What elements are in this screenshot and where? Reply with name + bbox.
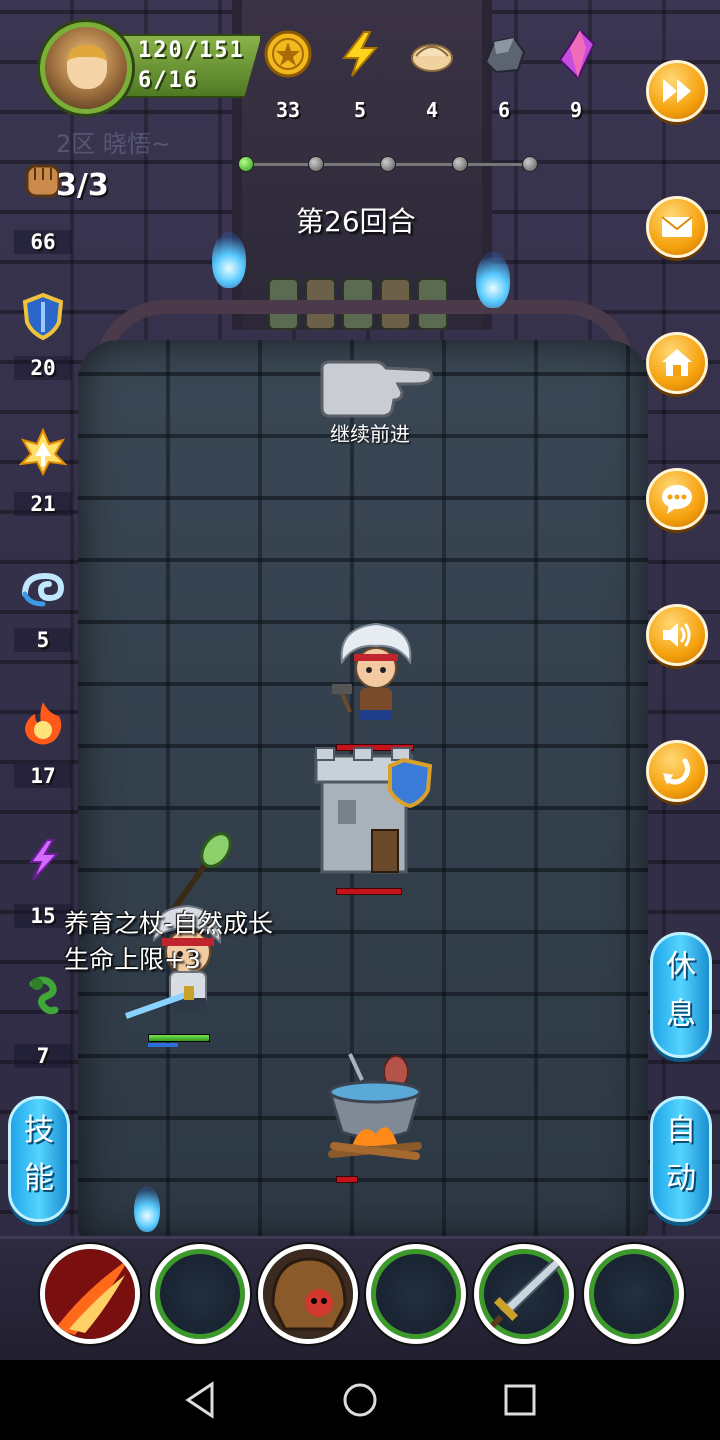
holy-flame-icon [18, 427, 68, 477]
blue-torch-icon [212, 232, 246, 288]
hero-mana-bar [148, 1043, 178, 1047]
shield-icon [22, 292, 64, 341]
dumpling-icon [411, 44, 453, 72]
auto-button-label-2: 动 [666, 1161, 696, 1196]
skill-slot-sword[interactable] [474, 1244, 574, 1344]
fire-icon [25, 702, 62, 745]
floating-message: 养育之杖-自然成长 生命上限+3 [64, 906, 273, 978]
resource-ore-value: 6 [497, 98, 511, 122]
skill-slot-empty[interactable] [150, 1244, 250, 1344]
poison-snake-icon [29, 976, 59, 1015]
floating-message-line1: 养育之杖-自然成长 [64, 909, 274, 938]
floating-message-line2: 生命上限+3 [64, 945, 201, 974]
lightning-energy-icon [341, 31, 379, 77]
auto-button-label-1: 自 [666, 1113, 696, 1148]
stat-fire: 17 [14, 700, 72, 788]
skill-slot-fire-slash[interactable] [40, 1244, 140, 1344]
player-floor: 6/16 [138, 68, 199, 93]
mail-icon [661, 216, 693, 237]
progress-dot [452, 156, 468, 172]
pointing-hand-icon[interactable] [316, 358, 434, 420]
undo-button[interactable] [646, 740, 708, 802]
recents-icon[interactable] [498, 1378, 542, 1422]
resource-energy-value: 5 [353, 98, 367, 122]
auto-button[interactable]: 自 动 [650, 1096, 712, 1222]
continue-label[interactable]: 继续前进 [330, 418, 410, 447]
progress-dot [238, 156, 254, 172]
blue-torch-icon [134, 1186, 160, 1232]
attack-count: 3/3 [56, 168, 109, 203]
resource-dumpling[interactable]: 4 [400, 28, 464, 122]
tower-hp-bar [336, 888, 402, 895]
skull-helmet-icon [263, 1249, 353, 1339]
chat-button[interactable] [646, 468, 708, 530]
purple-crystal-icon [558, 28, 596, 80]
back-icon[interactable] [178, 1378, 222, 1422]
rest-button-label-1: 休 [666, 949, 696, 984]
fast-forward-button[interactable] [646, 60, 708, 122]
round-progress [238, 156, 538, 172]
purple-lightning-icon [29, 839, 60, 881]
undo-arrow-icon [663, 758, 691, 785]
resource-crystal[interactable]: 9 [544, 28, 608, 122]
player-avatar[interactable] [40, 22, 132, 114]
progress-dot [522, 156, 538, 172]
stat-defense: 20 [14, 292, 72, 380]
stat-poison-value: 7 [14, 1044, 72, 1068]
skill-slot-empty[interactable] [584, 1244, 684, 1344]
round-label: 第26回合 [296, 205, 416, 238]
chat-bubble-icon [662, 485, 692, 514]
resource-crystal-value: 9 [569, 98, 583, 122]
blue-torch-icon [476, 252, 510, 308]
speaker-icon [663, 623, 691, 647]
campfire-cooking-pot[interactable] [322, 1050, 428, 1166]
resource-gold-value: 33 [275, 98, 301, 122]
progress-dot [308, 156, 324, 172]
stat-water-value: 5 [14, 628, 72, 652]
skill-slot-empty[interactable] [366, 1244, 466, 1344]
stat-poison: 7 [14, 972, 72, 1068]
fast-forward-icon [663, 79, 691, 103]
guard-tower-building[interactable] [312, 746, 436, 878]
white-haired-warrior-enemy[interactable] [328, 622, 424, 732]
progress-dot [380, 156, 396, 172]
skills-button-label-2: 能 [24, 1161, 54, 1196]
stat-holy: 21 [14, 427, 72, 516]
rest-button[interactable]: 休 息 [650, 932, 712, 1058]
server-banner: 2区 晓悟~ [56, 130, 172, 158]
gold-coin-icon [264, 30, 312, 78]
stat-fire-value: 17 [14, 764, 72, 788]
skills-button[interactable]: 技 能 [8, 1096, 70, 1222]
skill-slot-helmet[interactable] [258, 1244, 358, 1344]
home-icon [662, 349, 692, 376]
skills-button-label-1: 技 [24, 1113, 54, 1148]
campfire-hp-bar [336, 1176, 358, 1183]
resource-gold[interactable]: 33 [256, 28, 320, 122]
home-button[interactable] [646, 332, 708, 394]
sword-icon [480, 1249, 569, 1338]
rest-button-label-2: 息 [666, 997, 696, 1032]
sound-button[interactable] [646, 604, 708, 666]
water-swirl-icon [22, 572, 65, 607]
player-hp: 120/151 [138, 38, 245, 63]
mail-button[interactable] [646, 196, 708, 258]
stat-defense-value: 20 [14, 356, 72, 380]
game-viewport: 120/151 6/16 33 5 4 6 9 2区 晓悟~ 第26回合 继续前… [0, 0, 720, 1360]
resource-ore[interactable]: 6 [472, 28, 536, 122]
fire-slash-icon [45, 1249, 135, 1339]
resource-energy[interactable]: 5 [328, 28, 392, 122]
stat-attack-value: 66 [14, 230, 72, 254]
resource-dumpling-value: 4 [425, 98, 439, 122]
stat-holy-value: 21 [14, 492, 72, 516]
stat-water: 5 [14, 564, 72, 652]
system-navigation-bar [0, 1360, 720, 1440]
iron-ore-icon [484, 36, 526, 74]
home-nav-icon[interactable] [338, 1378, 382, 1422]
hero-hp-bar [148, 1034, 210, 1042]
